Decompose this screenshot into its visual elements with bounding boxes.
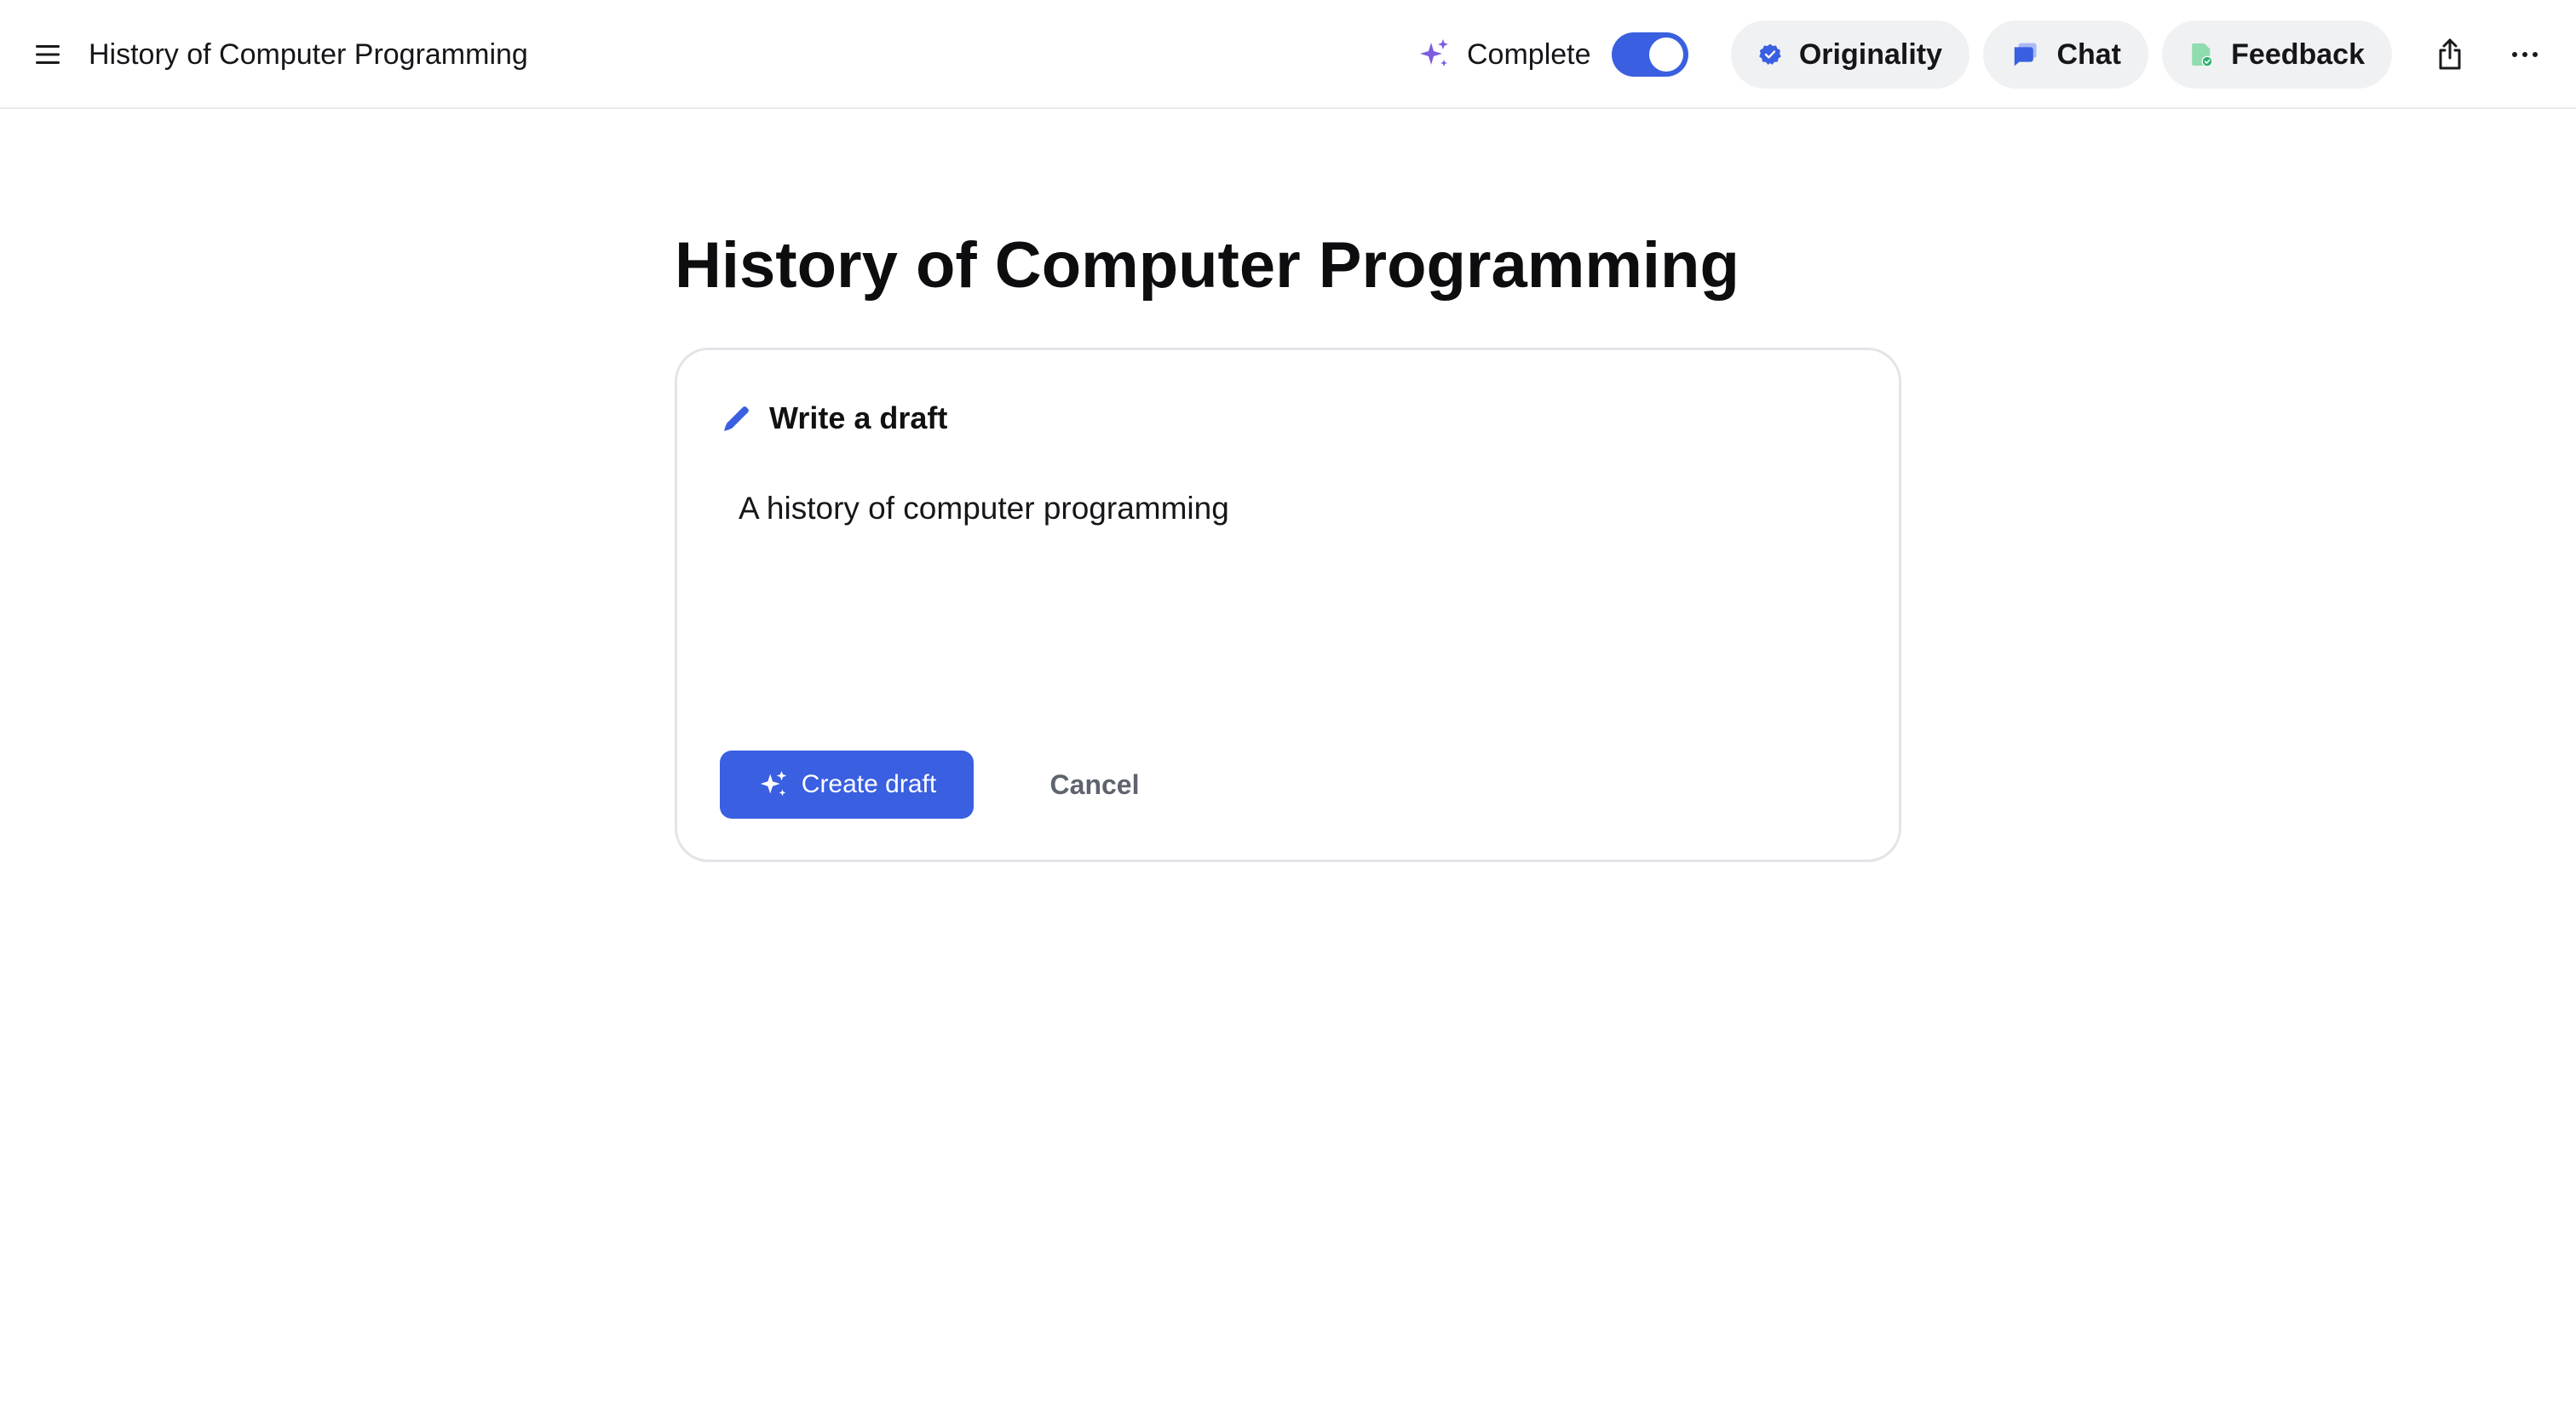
draft-prompt-input[interactable]: A history of computer programming [739, 486, 1837, 657]
cancel-label: Cancel [1049, 768, 1140, 800]
hamburger-menu-icon [36, 45, 60, 64]
create-draft-label: Create draft [801, 770, 937, 798]
card-header-label: Write a draft [769, 400, 948, 435]
create-draft-button[interactable]: Create draft [720, 751, 974, 819]
complete-toggle[interactable] [1611, 32, 1688, 77]
share-button[interactable] [2429, 34, 2470, 75]
chat-label: Chat [2056, 37, 2121, 71]
sparkle-icon [760, 770, 786, 797]
more-options-button[interactable] [2504, 34, 2545, 75]
feedback-document-icon [2192, 43, 2213, 67]
write-draft-card: Write a draft A history of computer prog… [675, 348, 1901, 862]
top-bar: History of Computer Programming Complete… [0, 0, 2576, 109]
sparkle-icon [1420, 39, 1448, 66]
chat-bubble-icon [2014, 43, 2037, 66]
share-icon [2439, 38, 2461, 70]
toggle-knob [1648, 37, 1683, 72]
chat-button[interactable]: Chat [1983, 20, 2148, 89]
complete-toggle-group: Complete [1417, 31, 1688, 78]
complete-label: Complete [1467, 37, 1591, 71]
originality-label: Originality [1798, 37, 1942, 71]
document-title[interactable]: History of Computer Programming [89, 34, 528, 75]
card-header: Write a draft [720, 394, 947, 442]
feedback-button[interactable]: Feedback [2162, 20, 2392, 89]
page-title[interactable]: History of Computer Programming [675, 223, 1739, 308]
menu-button[interactable] [31, 37, 65, 72]
more-horizontal-icon [2512, 52, 2538, 57]
pencil-icon [724, 406, 749, 431]
verified-badge-icon [1759, 43, 1781, 65]
originality-button[interactable]: Originality [1731, 20, 1969, 89]
cancel-button[interactable]: Cancel [1015, 751, 1175, 819]
feedback-label: Feedback [2231, 37, 2365, 71]
